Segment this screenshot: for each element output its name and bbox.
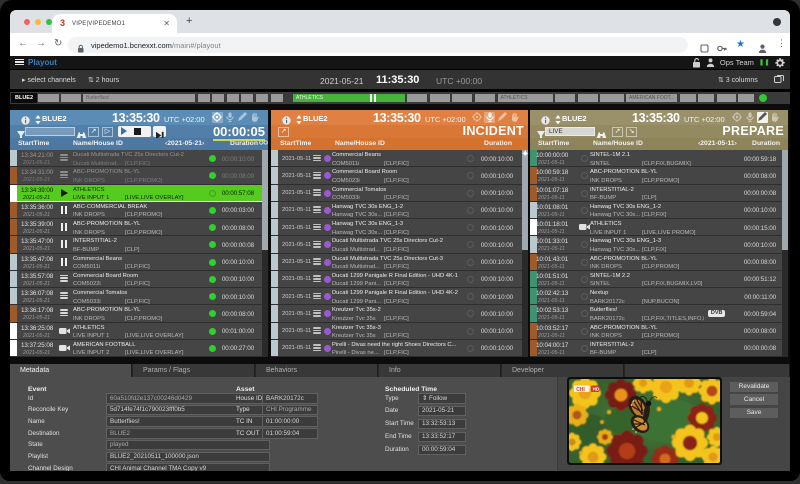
svg-text:CHI: CHI [576,387,585,393]
svg-text:HD: HD [593,387,600,392]
